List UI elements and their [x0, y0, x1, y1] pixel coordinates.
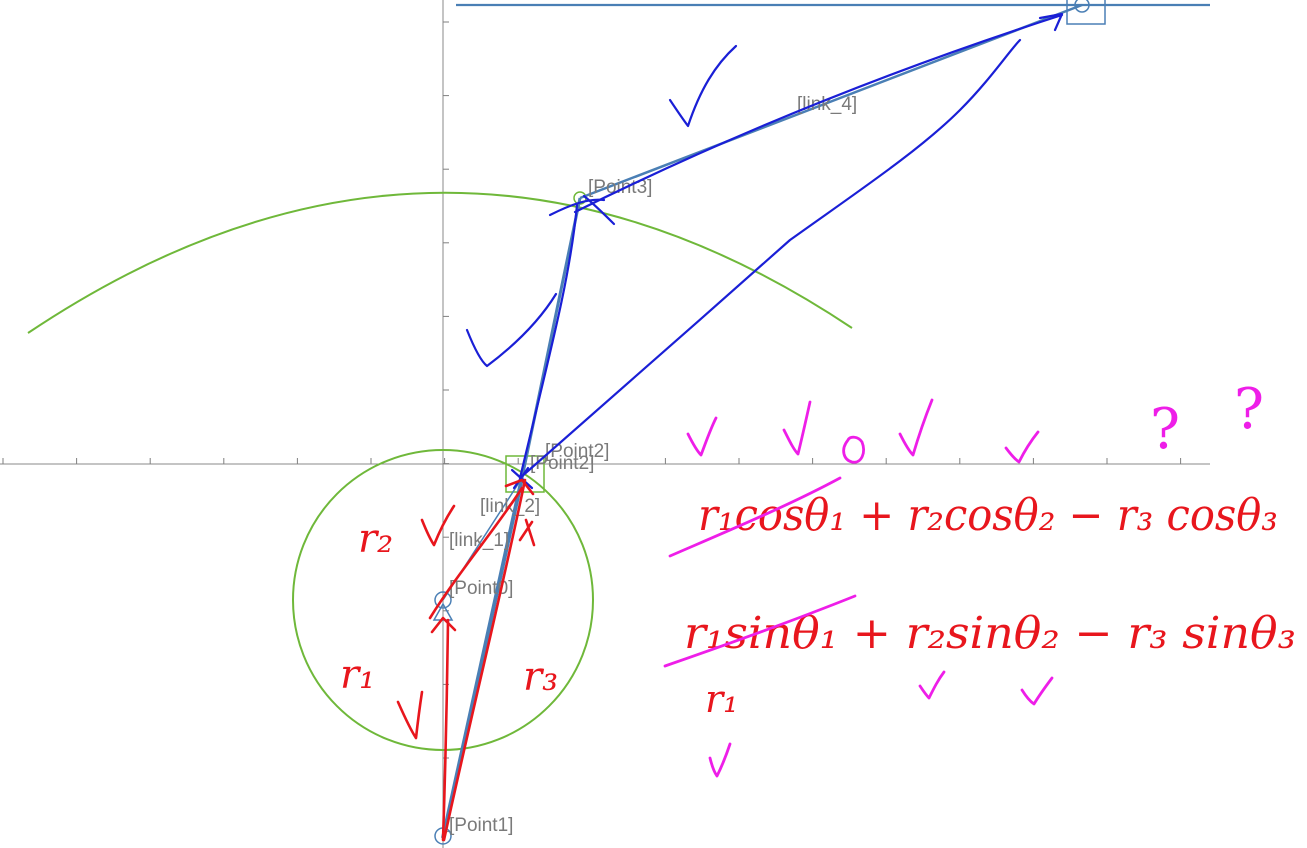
mechanism-links [432, 0, 1210, 845]
annotation-r1-circle: r₁ [340, 652, 375, 698]
blue-trace-link3 [518, 203, 579, 480]
red-equations: r₁cosθ₁ + r₂cosθ₂ − r₃ cosθ₃ r₁sinθ₁ + r… [684, 490, 1296, 721]
label-point1: [Point1] [449, 815, 513, 836]
magenta-ink: ? ? [663, 377, 1264, 778]
red-check-r1 [396, 690, 424, 740]
equation-1: r₁cosθ₁ + r₂cosθ₂ − r₃ cosθ₃ [698, 490, 1278, 541]
check-2 [782, 400, 812, 456]
mechanism-diagram: [Point3] [link_4] [Point2] [Point2] [lin… [0, 0, 1296, 848]
check-4 [1004, 430, 1040, 464]
label-point2-b: [Point2] [530, 453, 594, 474]
red-trace-link-a [441, 618, 450, 842]
blue-check-top [668, 44, 738, 128]
equation-2: r₁sinθ₁ + r₂sinθ₂ − r₃ sinθ₃ [684, 608, 1296, 659]
check-1 [686, 416, 718, 457]
annotation-r3-circle: r₃ [523, 654, 558, 700]
axes [0, 0, 1210, 848]
red-mark-near-point2 [518, 518, 536, 547]
blue-ink [465, 12, 1064, 490]
check-3 [898, 398, 934, 457]
coupler-arc [27, 191, 853, 334]
check-5 [918, 670, 946, 700]
annotation-r1-below: r₁ [705, 677, 738, 721]
zero-mark [842, 435, 865, 464]
question-mark-2: ? [1234, 377, 1264, 442]
blue-check-left [465, 292, 558, 368]
check-6 [1020, 676, 1054, 706]
blue-x-point3 [548, 194, 616, 226]
check-7 [708, 742, 732, 778]
annotation-r2-circle: r₂ [358, 516, 393, 562]
blue-trace-diagonal [518, 38, 1022, 480]
slider-block [1066, 0, 1106, 25]
label-link4: [link_4] [797, 94, 857, 115]
construction-curves [27, 191, 853, 751]
question-mark-1: ? [1150, 397, 1180, 462]
